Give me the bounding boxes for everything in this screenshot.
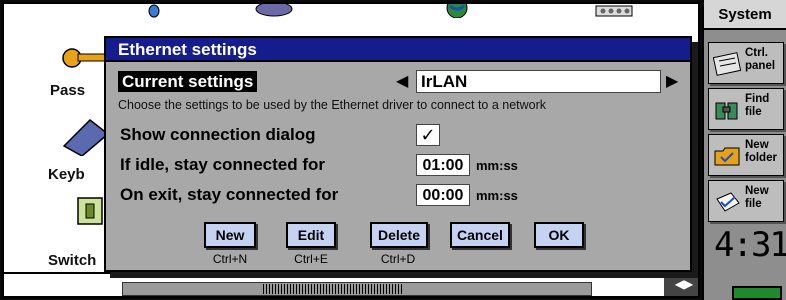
control-panel-button[interactable]: Ctrl. panel <box>708 42 784 84</box>
scrollbar-thumb[interactable] <box>263 284 403 294</box>
current-settings-label: Current settings <box>118 71 258 92</box>
scroll-right-icon[interactable]: ▶ <box>684 277 693 291</box>
control-panel-label: Ctrl. panel <box>745 47 776 72</box>
cancel-button[interactable]: Cancel <box>450 222 510 248</box>
scroll-left-icon[interactable]: ◀ <box>675 277 684 291</box>
top-icon-1[interactable] <box>144 4 164 18</box>
new-button[interactable]: New <box>204 222 256 248</box>
control-panel-icon <box>713 52 742 76</box>
scroll-arrows[interactable]: ◀▶ <box>664 272 698 296</box>
dialog-title: Ethernet settings <box>106 38 690 62</box>
desktop-label-switch[interactable]: Switch <box>48 252 96 269</box>
desktop-label-password[interactable]: Pass <box>50 82 85 99</box>
edit-button[interactable]: Edit <box>286 222 336 248</box>
new-file-label: New file <box>745 185 769 210</box>
new-shortcut: Ctrl+N <box>212 252 248 266</box>
previous-choice-icon[interactable]: ◀ <box>396 71 408 92</box>
delete-shortcut: Ctrl+D <box>380 252 416 266</box>
edit-shortcut: Ctrl+E <box>294 252 328 266</box>
idle-timeout-label: If idle, stay connected for <box>120 155 325 174</box>
current-settings-choice[interactable]: IrLAN <box>416 70 661 93</box>
toolbar-title[interactable]: System <box>704 0 786 30</box>
battery-indicator <box>732 286 782 300</box>
ok-button[interactable]: OK <box>534 222 584 248</box>
keyboard-icon[interactable] <box>60 116 108 156</box>
delete-button[interactable]: Delete <box>370 222 428 248</box>
desktop-label-keyboard[interactable]: Keyb <box>48 166 85 183</box>
binoculars-icon <box>715 102 738 120</box>
show-connection-dialog-checkbox[interactable]: ✓ <box>416 124 440 146</box>
key-icon[interactable] <box>58 38 108 78</box>
show-connection-dialog-label: Show connection dialog <box>120 125 316 144</box>
new-file-icon <box>716 192 740 212</box>
find-file-label: Find file <box>745 93 770 118</box>
horizontal-scrollbar[interactable] <box>122 282 592 296</box>
idle-timeout-field[interactable]: 01:00 <box>416 154 470 176</box>
new-folder-label: New folder <box>745 139 777 164</box>
next-choice-icon[interactable]: ▶ <box>666 71 678 92</box>
top-icon-2[interactable] <box>254 4 294 18</box>
globe-icon[interactable] <box>444 4 470 18</box>
ethernet-settings-dialog: Ethernet settings Current settings ◀ IrL… <box>104 36 692 272</box>
exit-timeout-label: On exit, stay connected for <box>120 185 339 204</box>
new-folder-button[interactable]: New folder <box>708 134 784 176</box>
idle-timeout-unit: mm:ss <box>476 158 518 173</box>
folder-icon <box>714 147 740 166</box>
settings-hint-text: Choose the settings to be used by the Et… <box>118 98 547 112</box>
find-file-button[interactable]: Find file <box>708 88 784 130</box>
top-icon-4[interactable] <box>594 4 634 18</box>
exit-timeout-unit: mm:ss <box>476 188 518 203</box>
new-file-button[interactable]: New file <box>708 180 784 222</box>
system-toolbar: System Ctrl. panel Find file New folder … <box>702 0 786 300</box>
exit-timeout-field[interactable]: 00:00 <box>416 184 470 206</box>
clock-display: 4:31 <box>714 225 786 265</box>
